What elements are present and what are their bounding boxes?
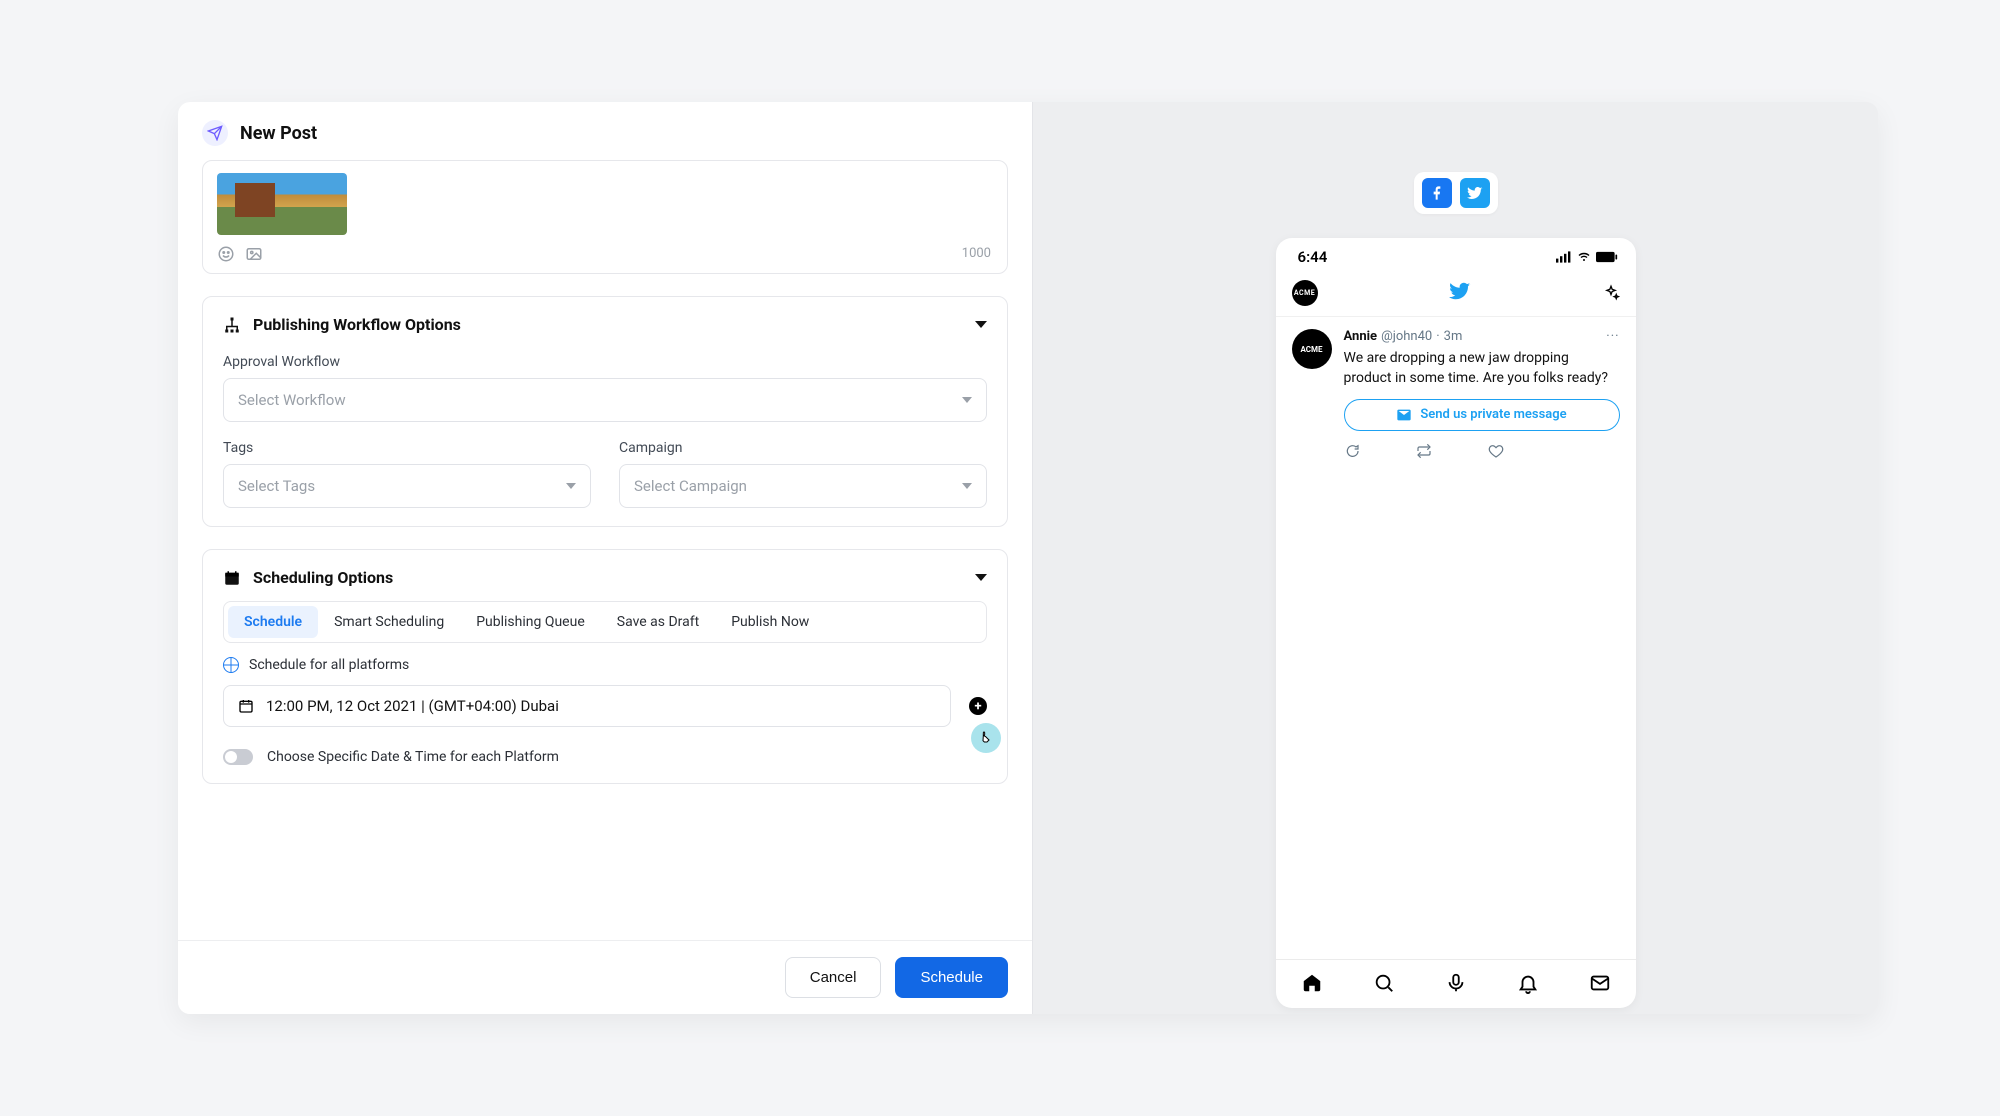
schedule-button[interactable]: Schedule <box>895 957 1008 998</box>
globe-icon <box>223 657 239 673</box>
signal-icon <box>1556 251 1572 263</box>
footer-actions: Cancel Schedule <box>178 940 1032 1014</box>
status-icons <box>1556 251 1618 263</box>
scheduling-tabs: Schedule Smart Scheduling Publishing Que… <box>223 601 987 643</box>
nav-search-icon[interactable] <box>1373 972 1395 994</box>
calendar-icon <box>223 569 241 587</box>
chevron-down-icon <box>975 321 987 328</box>
tweet-time-separator: · <box>1436 329 1439 344</box>
status-bar: 6:44 <box>1276 238 1636 272</box>
nav-messages-icon[interactable] <box>1589 972 1611 994</box>
approval-label: Approval Workflow <box>223 354 987 370</box>
tab-publishing-queue[interactable]: Publishing Queue <box>460 606 601 638</box>
tweet-author-handle: @john40 <box>1381 329 1432 344</box>
scheduling-card: Scheduling Options Schedule Smart Schedu… <box>202 549 1008 784</box>
schedule-all-label: Schedule for all platforms <box>249 657 409 673</box>
nav-home-icon[interactable] <box>1301 972 1323 994</box>
twitter-app-header: ACME <box>1276 272 1636 316</box>
media-thumbnail[interactable] <box>217 173 347 235</box>
wifi-icon <box>1576 251 1592 263</box>
specific-datetime-toggle[interactable] <box>223 749 253 765</box>
dm-label: Send us private message <box>1420 407 1566 422</box>
add-datetime-button[interactable]: + <box>969 697 987 715</box>
retweet-icon[interactable] <box>1416 443 1432 459</box>
panel-title: New Post <box>240 123 317 144</box>
sitemap-icon <box>223 316 241 334</box>
cancel-button[interactable]: Cancel <box>785 957 882 998</box>
media-card: 1000 <box>202 160 1008 274</box>
mobile-preview: 6:44 ACME ACME <box>1276 238 1636 1008</box>
datetime-value: 12:00 PM, 12 Oct 2021 | (GMT+04:00) Duba… <box>266 697 559 715</box>
app-canvas: New Post 1000 <box>178 102 1878 1014</box>
tags-select[interactable]: Select Tags <box>223 464 591 508</box>
account-avatar[interactable]: ACME <box>1292 280 1318 306</box>
panel-header: New Post <box>178 102 1032 160</box>
bottom-navigation <box>1276 959 1636 1008</box>
workflow-card: Publishing Workflow Options Approval Wor… <box>202 296 1008 527</box>
datetime-picker[interactable]: 12:00 PM, 12 Oct 2021 | (GMT+04:00) Duba… <box>223 685 951 727</box>
scheduling-section-toggle[interactable]: Scheduling Options <box>223 568 987 587</box>
tab-save-as-draft[interactable]: Save as Draft <box>601 606 715 638</box>
specific-datetime-label: Choose Specific Date & Time for each Pla… <box>267 749 559 765</box>
scheduling-section-title: Scheduling Options <box>253 568 963 587</box>
schedule-all-platforms-row: Schedule for all platforms <box>223 657 987 673</box>
tab-smart-scheduling[interactable]: Smart Scheduling <box>318 606 460 638</box>
chevron-down-icon <box>566 483 576 489</box>
tweet-text: We are dropping a new jaw dropping produ… <box>1344 348 1620 389</box>
approval-workflow-select[interactable]: Select Workflow <box>223 378 987 422</box>
tab-schedule[interactable]: Schedule <box>228 606 318 638</box>
tweet-avatar[interactable]: ACME <box>1292 329 1332 369</box>
emoji-icon[interactable] <box>217 245 235 263</box>
tweet-time: 3m <box>1444 329 1463 344</box>
tags-label: Tags <box>223 440 591 456</box>
platform-twitter[interactable] <box>1460 178 1490 208</box>
send-private-message-button[interactable]: Send us private message <box>1344 399 1620 431</box>
status-time: 6:44 <box>1298 248 1328 266</box>
platform-selector <box>1414 172 1498 214</box>
campaign-label: Campaign <box>619 440 987 456</box>
tweet: ACME Annie @john40 · 3m ··· We are dropp… <box>1276 316 1636 473</box>
tweet-body: Annie @john40 · 3m ··· We are dropping a… <box>1344 329 1620 465</box>
tweet-more-icon[interactable]: ··· <box>1606 329 1619 344</box>
battery-icon <box>1596 251 1618 263</box>
nav-mic-icon[interactable] <box>1445 972 1467 994</box>
twitter-logo-icon <box>1449 280 1471 306</box>
sparkle-icon[interactable] <box>1602 284 1620 302</box>
platform-facebook[interactable] <box>1422 178 1452 208</box>
new-post-panel: New Post 1000 <box>178 102 1033 1014</box>
image-icon[interactable] <box>245 245 263 263</box>
tweet-header: Annie @john40 · 3m ··· <box>1344 329 1620 344</box>
workflow-section-toggle[interactable]: Publishing Workflow Options <box>223 315 987 334</box>
reply-icon[interactable] <box>1344 443 1360 459</box>
approval-placeholder: Select Workflow <box>238 391 346 409</box>
like-icon[interactable] <box>1488 443 1504 459</box>
tweet-author-name: Annie <box>1344 329 1378 344</box>
new-post-icon <box>202 120 228 146</box>
calendar-icon <box>238 698 254 714</box>
tweet-actions <box>1344 443 1620 465</box>
specific-datetime-toggle-row: Choose Specific Date & Time for each Pla… <box>223 749 987 765</box>
chevron-down-icon <box>962 483 972 489</box>
panel-body: 1000 Publishing Workflow Options Approva… <box>178 160 1032 940</box>
tab-publish-now[interactable]: Publish Now <box>715 606 825 638</box>
media-toolbar <box>217 245 993 263</box>
campaign-select[interactable]: Select Campaign <box>619 464 987 508</box>
chevron-down-icon <box>962 397 972 403</box>
nav-notifications-icon[interactable] <box>1517 972 1539 994</box>
datetime-row: 12:00 PM, 12 Oct 2021 | (GMT+04:00) Duba… <box>223 685 987 727</box>
character-count: 1000 <box>962 246 991 261</box>
campaign-placeholder: Select Campaign <box>634 477 747 495</box>
workflow-section-title: Publishing Workflow Options <box>253 315 963 334</box>
preview-area: 6:44 ACME ACME <box>1033 102 1878 1014</box>
chevron-down-icon <box>975 574 987 581</box>
tags-placeholder: Select Tags <box>238 477 315 495</box>
